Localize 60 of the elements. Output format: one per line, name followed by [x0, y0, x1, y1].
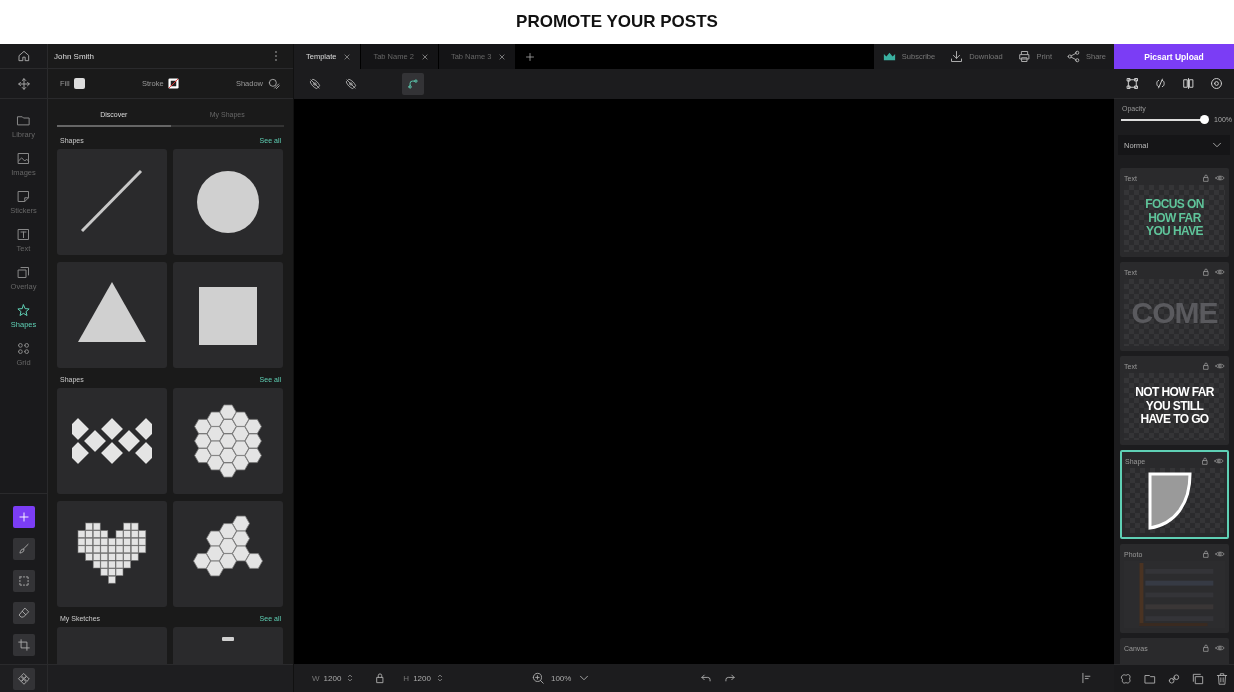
stroke-swatch[interactable] — [167, 78, 179, 89]
lock-icon[interactable] — [1201, 643, 1211, 653]
shape-tile[interactable] — [57, 501, 167, 607]
image-icon[interactable] — [16, 151, 31, 166]
shape-tile[interactable] — [57, 262, 167, 368]
download-icon[interactable] — [949, 49, 965, 64]
eye-icon[interactable] — [1215, 549, 1225, 559]
shape-tile[interactable] — [57, 388, 167, 494]
layer-preview-text: FOCUS ON HOW FAR YOU HAVE — [1145, 197, 1204, 240]
sketch-drawing — [222, 637, 234, 641]
share-icon[interactable] — [1066, 49, 1081, 64]
shape-tile[interactable] — [173, 501, 283, 607]
lock-icon[interactable] — [1200, 456, 1210, 466]
fill-swatch[interactable] — [73, 78, 85, 89]
width-label: W — [312, 673, 320, 683]
shape-tile[interactable] — [173, 388, 283, 494]
height-label: H — [403, 673, 410, 683]
lock-icon[interactable] — [1201, 173, 1211, 183]
eye-icon[interactable] — [1215, 361, 1225, 371]
lock-icon[interactable] — [1201, 267, 1211, 277]
folder-icon[interactable] — [16, 113, 31, 128]
close-icon[interactable] — [497, 51, 508, 62]
print-icon[interactable] — [1016, 49, 1032, 64]
star-icon[interactable] — [16, 303, 31, 318]
shadow-icon[interactable] — [267, 76, 281, 91]
page-title: PROMOTE YOUR POSTS — [516, 12, 718, 32]
eye-icon[interactable] — [1215, 173, 1225, 183]
overlay-icon[interactable] — [16, 265, 31, 280]
close-icon[interactable] — [419, 51, 430, 62]
shape-tile[interactable] — [173, 262, 283, 368]
zoom-icon[interactable] — [530, 671, 545, 685]
grid-icon[interactable] — [16, 341, 31, 356]
duplicate-icon[interactable] — [1191, 671, 1205, 686]
shape-icon[interactable] — [1119, 671, 1133, 686]
add-tab-icon[interactable] — [524, 50, 537, 63]
trash-icon[interactable] — [1215, 671, 1229, 686]
rotate-icon[interactable] — [1208, 76, 1224, 91]
opacity-slider[interactable] — [1121, 118, 1206, 121]
lock-icon[interactable] — [1201, 549, 1211, 559]
upload-button[interactable]: Picsart Upload — [1114, 44, 1234, 69]
eye-icon[interactable] — [1215, 267, 1225, 277]
shape-tile[interactable] — [173, 149, 283, 255]
move-icon[interactable] — [16, 76, 31, 91]
shape-tile[interactable] — [57, 149, 167, 255]
sticker-icon[interactable] — [16, 189, 31, 204]
close-icon[interactable] — [342, 51, 353, 62]
mirror-icon[interactable] — [1180, 76, 1196, 91]
nodes-icon[interactable] — [16, 671, 31, 686]
user-name: John Smith — [54, 51, 95, 61]
home-icon[interactable] — [16, 49, 31, 63]
text-icon[interactable] — [16, 227, 31, 242]
width-value[interactable]: 1200 — [323, 673, 342, 683]
zoom-value[interactable]: 100% — [550, 673, 572, 683]
eye-icon[interactable] — [1215, 643, 1225, 653]
transform-icon[interactable] — [1124, 76, 1140, 91]
link-icon[interactable] — [1167, 671, 1181, 686]
eye-icon[interactable] — [1214, 456, 1224, 466]
layer-preview-text: NOT HOW FAR YOU STILL HAVE TO GO — [1135, 385, 1214, 428]
height-value[interactable]: 1200 — [413, 673, 431, 683]
lock-icon[interactable] — [1201, 361, 1211, 371]
